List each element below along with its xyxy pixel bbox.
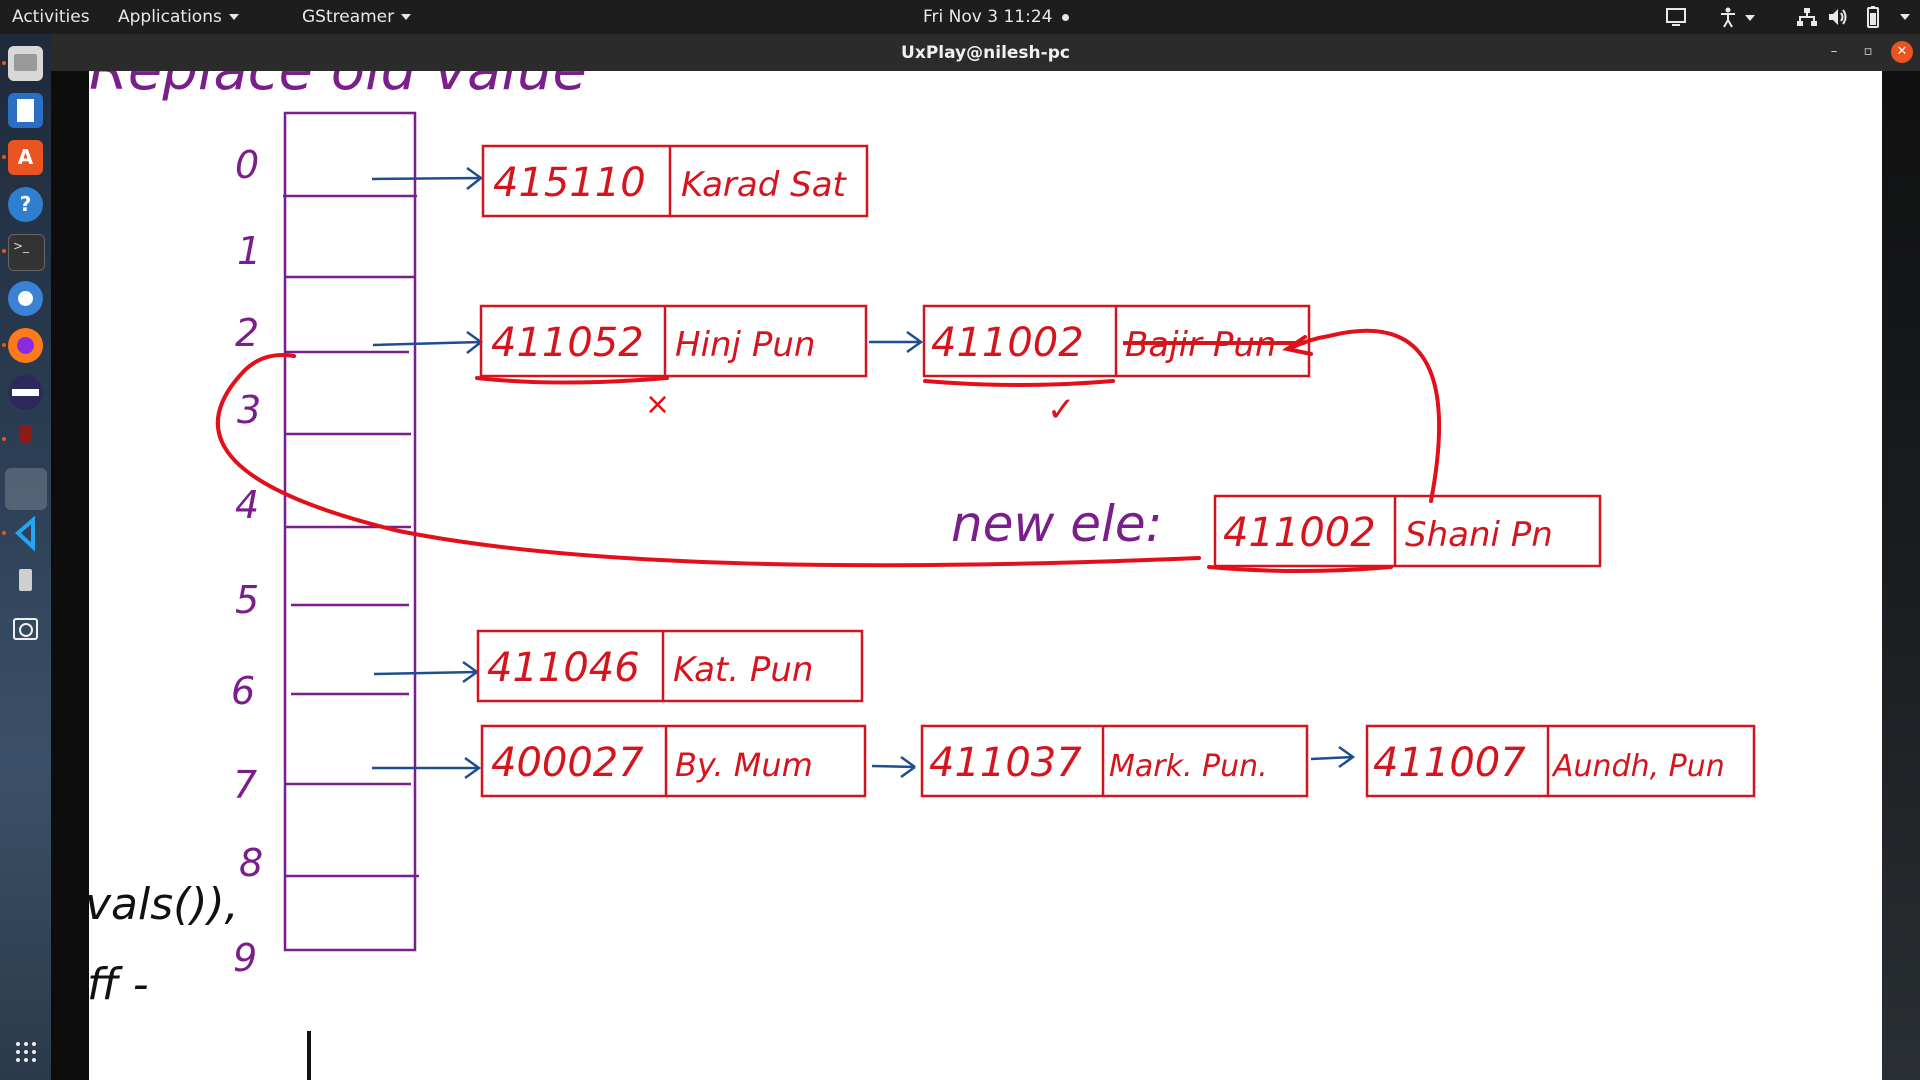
blank-app-icon[interactable] <box>5 468 47 510</box>
screen-icon[interactable] <box>1664 5 1688 29</box>
index-2: 2 <box>235 311 259 355</box>
uxplay-window: UxPlay@nilesh-pc – ▫ ✕ Replace old value <box>51 34 1920 1080</box>
node-city: Aundh, Pun <box>1551 749 1725 784</box>
index-0: 0 <box>235 143 259 187</box>
app-menu[interactable]: GStreamer <box>302 7 412 27</box>
node-city: Kat. Pun <box>673 650 813 690</box>
show-apps-icon[interactable] <box>14 1040 38 1064</box>
files-icon[interactable] <box>8 46 43 81</box>
running-indicator-icon <box>2 61 6 65</box>
cross-mark-icon: × <box>645 387 670 422</box>
index-8: 8 <box>239 841 263 885</box>
screenshot-icon[interactable] <box>8 610 43 645</box>
maximize-icon[interactable]: ▫ <box>1857 41 1879 63</box>
chevron-down-icon <box>228 14 239 20</box>
window-titlebar[interactable]: UxPlay@nilesh-pc – ▫ ✕ <box>51 34 1920 71</box>
terminal-icon[interactable]: >_ <box>8 234 45 271</box>
running-indicator-icon <box>2 531 6 535</box>
wine-icon[interactable] <box>8 422 43 457</box>
whiteboard-drawing: Replace old value 0 1 <box>89 71 1756 1080</box>
whiteboard: Replace old value 0 1 <box>89 71 1882 1080</box>
chevron-down-icon <box>401 14 412 20</box>
new-node-city: Shani Pn <box>1405 515 1553 555</box>
eclipse-icon[interactable] <box>8 375 43 410</box>
running-indicator-icon <box>2 249 6 253</box>
new-node-pin: 411002 <box>1223 510 1376 556</box>
running-indicator-icon <box>2 437 6 441</box>
node-pin: 411007 <box>1373 740 1526 786</box>
top-bar: Activities Applications GStreamer Fri No… <box>0 0 1920 34</box>
writer-icon[interactable] <box>8 93 43 128</box>
node-city: Karad Sat <box>681 165 848 205</box>
check-mark-icon: ✓ <box>1047 390 1076 430</box>
chromium-icon[interactable] <box>8 281 43 316</box>
node-city: Mark. Pun. <box>1109 749 1268 784</box>
node-pin: 411046 <box>487 645 640 691</box>
node-city: Hinj Pun <box>675 325 815 365</box>
clock[interactable]: Fri Nov 3 11:24 <box>923 7 1070 27</box>
node-boxes <box>476 144 1756 798</box>
running-indicator-icon <box>2 155 6 159</box>
new-element-label: new ele: <box>951 495 1163 553</box>
app-menu-label: GStreamer <box>302 7 395 27</box>
activities-button[interactable]: Activities <box>12 7 90 27</box>
system-menu-chevron-icon[interactable] <box>1900 14 1910 20</box>
notification-dot-icon <box>1062 13 1070 21</box>
node-pin: 415110 <box>493 160 646 206</box>
window-title: UxPlay@nilesh-pc <box>901 43 1070 63</box>
index-6: 6 <box>231 669 255 713</box>
accessibility-icon[interactable] <box>1718 5 1758 29</box>
firefox-icon[interactable] <box>8 328 43 363</box>
usb-drive-icon[interactable] <box>8 563 43 598</box>
close-icon[interactable]: ✕ <box>1891 41 1913 63</box>
battery-icon[interactable] <box>1860 5 1886 29</box>
software-icon[interactable]: A <box>8 140 43 175</box>
node-pin: 411052 <box>491 320 644 366</box>
help-icon[interactable]: ? <box>8 187 43 222</box>
clock-label: Fri Nov 3 11:24 <box>923 7 1053 27</box>
network-icon[interactable] <box>1795 5 1819 29</box>
index-9: 9 <box>233 936 257 980</box>
index-5: 5 <box>235 578 259 622</box>
video-stream: Replace old value 0 1 <box>51 71 1920 1080</box>
index-1: 1 <box>237 229 261 273</box>
node-city: By. Mum <box>675 746 813 784</box>
applications-label: Applications <box>118 7 222 27</box>
desktop-background-strip <box>1882 71 1920 1080</box>
node-pin: 411037 <box>929 740 1082 786</box>
node-pin: 400027 <box>491 740 644 786</box>
left-fragment-2: ff - <box>89 959 149 1010</box>
running-indicator-icon <box>2 343 6 347</box>
volume-icon[interactable] <box>1826 5 1850 29</box>
minimize-icon[interactable]: – <box>1823 41 1845 63</box>
dock: A ? >_ <box>0 34 51 1080</box>
heading-fragment: Replace old value <box>89 71 587 103</box>
table-dividers <box>283 194 419 878</box>
index-3: 3 <box>237 388 261 432</box>
index-7: 7 <box>233 763 257 807</box>
applications-menu[interactable]: Applications <box>118 7 239 27</box>
left-fragment-1: vals()), <box>89 879 239 930</box>
vscode-icon[interactable] <box>8 515 43 552</box>
node-pin: 411002 <box>931 320 1084 366</box>
index-4: 4 <box>235 483 259 527</box>
